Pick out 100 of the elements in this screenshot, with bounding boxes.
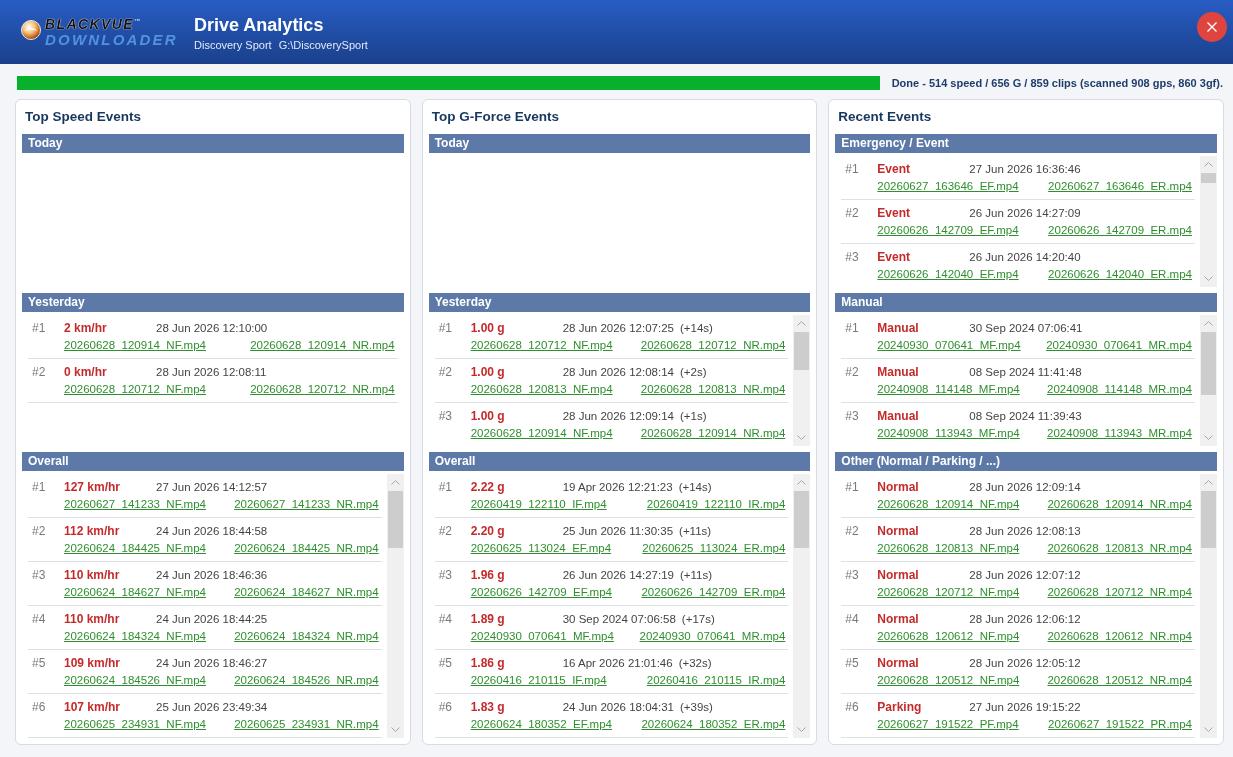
chevron-up-icon[interactable]: [797, 321, 807, 326]
file-link[interactable]: 20260624_184425_NF.mp4: [64, 541, 206, 554]
section-header: Other (Normal / Parking / ...): [835, 452, 1217, 471]
chevron-up-icon[interactable]: [1204, 162, 1213, 167]
file-link[interactable]: 20260628_120914_NR.mp4: [1047, 497, 1192, 510]
time-offset: (+2s): [679, 366, 707, 378]
scrollbar[interactable]: [793, 474, 811, 738]
close-button[interactable]: [1197, 12, 1227, 42]
file-link[interactable]: 20260627_191522_PF.mp4: [877, 717, 1019, 730]
file-link[interactable]: 20260628_120813_NF.mp4: [470, 382, 613, 395]
scroll-thumb[interactable]: [1201, 491, 1216, 548]
file-link[interactable]: 20260628_120512_NF.mp4: [877, 673, 1020, 686]
scrollbar[interactable]: [1200, 315, 1217, 446]
chevron-down-icon[interactable]: [390, 727, 400, 732]
chevron-up-icon[interactable]: [1204, 480, 1213, 485]
file-link[interactable]: 20260627_163646_EF.mp4: [877, 179, 1019, 192]
file-link[interactable]: 20240930_070641_MR.mp4: [639, 629, 786, 642]
chevron-up-icon[interactable]: [1204, 321, 1213, 326]
scroll-thumb[interactable]: [387, 491, 403, 548]
timestamp: 24 Jun 2026 18:44:58: [156, 525, 268, 537]
file-link[interactable]: 20260628_120712_NR.mp4: [1047, 585, 1192, 598]
file-link[interactable]: 20260628_120914_NF.mp4: [470, 426, 613, 439]
file-link[interactable]: 20260628_120813_NR.mp4: [1047, 541, 1192, 554]
rank-label: #3: [845, 567, 860, 583]
file-link[interactable]: 20260624_184324_NR.mp4: [234, 629, 379, 642]
scrollbar[interactable]: [1200, 474, 1217, 738]
chevron-down-icon[interactable]: [1204, 435, 1213, 440]
file-link[interactable]: 20260627_163646_ER.mp4: [1048, 179, 1192, 192]
event-value: Parking: [877, 700, 922, 714]
file-link[interactable]: 20260624_184526_NR.mp4: [234, 673, 379, 686]
file-link[interactable]: 20260628_120914_NR.mp4: [640, 426, 786, 439]
chevron-down-icon[interactable]: [797, 435, 807, 440]
file-link[interactable]: 20260628_120612_NR.mp4: [1047, 629, 1192, 642]
file-link[interactable]: 20240908_114148_MR.mp4: [1047, 382, 1192, 395]
file-link[interactable]: 20260626_142040_EF.mp4: [877, 267, 1019, 280]
file-link[interactable]: 20240930_070641_MF.mp4: [470, 629, 614, 642]
time-offset: (+14s): [679, 322, 713, 334]
file-link[interactable]: 20260628_120612_NF.mp4: [877, 629, 1020, 642]
chevron-down-icon[interactable]: [797, 727, 807, 732]
file-link[interactable]: 20260625_113024_ER.mp4: [642, 541, 786, 554]
rank-label: #4: [32, 611, 47, 627]
file-link[interactable]: 20260416_210115_IF.mp4: [470, 673, 607, 686]
file-link[interactable]: 20260628_120914_NF.mp4: [877, 497, 1020, 510]
file-link[interactable]: 20260628_120813_NR.mp4: [640, 382, 786, 395]
file-link[interactable]: 20240908_113943_MR.mp4: [1047, 426, 1192, 439]
file-link[interactable]: 20260625_234931_NF.mp4: [64, 717, 206, 730]
file-link[interactable]: 20260624_184324_NF.mp4: [64, 629, 206, 642]
scrollbar[interactable]: [793, 315, 811, 446]
event-value: 112 km/hr: [64, 524, 120, 538]
file-link[interactable]: 20260628_120914_NR.mp4: [250, 338, 395, 351]
file-link[interactable]: 20260626_142709_ER.mp4: [1048, 223, 1192, 236]
file-link[interactable]: 20260627_191522_PR.mp4: [1048, 717, 1192, 730]
scroll-thumb[interactable]: [1201, 173, 1216, 183]
file-link[interactable]: 20260628_120914_NF.mp4: [64, 338, 206, 351]
event-value: 2.22 g: [470, 480, 505, 494]
scrollbar[interactable]: [1200, 156, 1217, 287]
file-link[interactable]: 20260628_120712_NF.mp4: [64, 382, 206, 395]
scrollbar[interactable]: [386, 474, 404, 738]
file-link[interactable]: 20260628_120813_NF.mp4: [877, 541, 1020, 554]
file-link[interactable]: 20260624_184627_NF.mp4: [64, 585, 206, 598]
file-link[interactable]: 20260624_180352_EF.mp4: [470, 717, 612, 730]
file-link[interactable]: 20260626_142709_EF.mp4: [470, 585, 612, 598]
file-link[interactable]: 20260627_141233_NF.mp4: [64, 497, 206, 510]
file-link[interactable]: 20260628_120512_NR.mp4: [1047, 673, 1192, 686]
file-link[interactable]: 20260624_184526_NF.mp4: [64, 673, 206, 686]
file-link[interactable]: 20260628_120712_NR.mp4: [250, 382, 395, 395]
file-link[interactable]: 20260628_120712_NR.mp4: [640, 338, 786, 351]
scroll-thumb[interactable]: [794, 491, 810, 548]
close-icon[interactable]: [1207, 22, 1217, 32]
file-link[interactable]: 20260625_113024_EF.mp4: [470, 541, 612, 554]
file-link[interactable]: 20260625_234931_NR.mp4: [234, 717, 379, 730]
file-link[interactable]: 20260416_210115_IR.mp4: [646, 673, 786, 686]
event-value: 127 km/hr: [64, 480, 121, 494]
file-link[interactable]: 20240930_070641_MR.mp4: [1046, 338, 1192, 351]
file-link[interactable]: 20260624_180352_ER.mp4: [641, 717, 786, 730]
chevron-up-icon[interactable]: [390, 480, 400, 485]
file-link[interactable]: 20240908_114148_MF.mp4: [877, 382, 1020, 395]
file-link[interactable]: 20240930_070641_MF.mp4: [877, 338, 1021, 351]
event-value: Event: [877, 206, 910, 220]
scroll-thumb[interactable]: [794, 332, 810, 370]
time-offset: (+17s): [681, 613, 715, 625]
file-link[interactable]: 20260419_122110_IR.mp4: [646, 497, 786, 510]
file-link[interactable]: 20240908_113943_MF.mp4: [877, 426, 1020, 439]
file-link[interactable]: 20260626_142709_ER.mp4: [641, 585, 786, 598]
file-link[interactable]: 20260628_120712_NF.mp4: [470, 338, 613, 351]
rank-label: #4: [845, 611, 860, 627]
event-value: 2 km/hr: [64, 321, 107, 335]
file-link[interactable]: 20260627_141233_NR.mp4: [234, 497, 379, 510]
chevron-up-icon[interactable]: [797, 480, 807, 485]
file-link[interactable]: 20260624_184425_NR.mp4: [234, 541, 379, 554]
file-link[interactable]: 20260628_120712_NF.mp4: [877, 585, 1020, 598]
file-link[interactable]: 20260419_122110_IF.mp4: [470, 497, 607, 510]
chevron-down-icon[interactable]: [1204, 727, 1213, 732]
rank-label: #3: [438, 567, 453, 583]
scroll-thumb[interactable]: [1201, 332, 1216, 395]
event-value: 109 km/hr: [64, 656, 121, 670]
file-link[interactable]: 20260626_142709_EF.mp4: [877, 223, 1019, 236]
file-link[interactable]: 20260624_184627_NR.mp4: [234, 585, 379, 598]
chevron-down-icon[interactable]: [1204, 276, 1213, 281]
file-link[interactable]: 20260626_142040_ER.mp4: [1048, 267, 1192, 280]
